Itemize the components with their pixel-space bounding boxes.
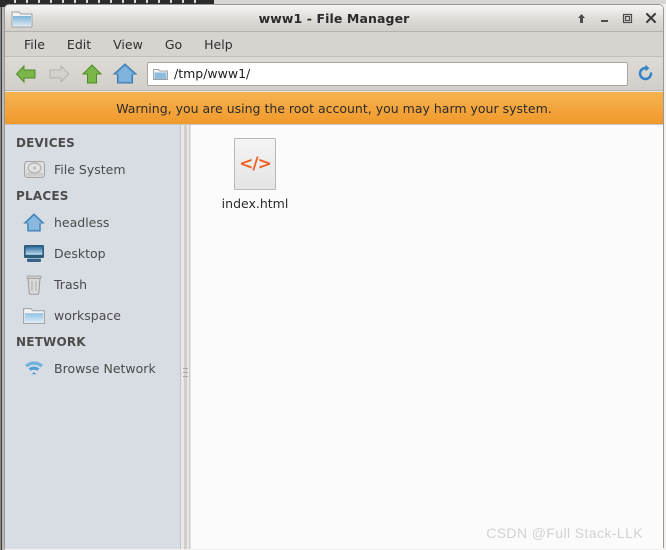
sidebar-item-workspace[interactable]: workspace [5, 300, 180, 331]
window-controls [571, 6, 661, 30]
watermark: CSDN @Full Stack-LLK [486, 525, 643, 541]
menu-item-go[interactable]: Go [154, 34, 193, 55]
window-title: www1 - File Manager [258, 11, 410, 26]
sidebar-heading-devices: DEVICES [16, 136, 75, 150]
sidebar-item-label: Trash [54, 277, 88, 292]
sidebar-item-label: headless [54, 215, 110, 230]
forward-button[interactable] [44, 60, 74, 88]
file-list-area[interactable]: </> index.html CSDN @Full Stack-LLK [190, 125, 663, 549]
parent-folder-button[interactable] [77, 60, 107, 88]
splitter-grip[interactable] [183, 368, 188, 383]
sidebar-splitter[interactable] [181, 125, 190, 549]
network-wifi-icon [23, 358, 45, 380]
sidebar-heading-places: PLACES [16, 189, 69, 203]
reload-button[interactable] [633, 60, 657, 88]
menu-item-view[interactable]: View [102, 34, 154, 55]
trash-icon [23, 274, 45, 296]
menu-item-help[interactable]: Help [193, 34, 244, 55]
close-button[interactable] [640, 8, 661, 29]
file-item-index-html[interactable]: </> index.html [201, 138, 309, 211]
menu-bar: File Edit View Go Help [5, 32, 663, 57]
menu-item-edit[interactable]: Edit [56, 34, 102, 55]
file-name-label: index.html [221, 196, 289, 211]
warning-text: Warning, you are using the root account,… [116, 100, 552, 116]
shade-button[interactable] [571, 8, 592, 29]
minimize-button[interactable] [594, 8, 615, 29]
file-manager-window: www1 - File Manager File Edit View Go He… [4, 4, 664, 549]
sidebar-item-trash[interactable]: Trash [5, 269, 180, 300]
path-entry[interactable]: /tmp/www1/ [147, 61, 628, 86]
folder-icon [153, 68, 168, 80]
harddisk-icon [23, 159, 45, 181]
sidebar-item-file-system[interactable]: File System [5, 154, 180, 185]
sidebar-item-desktop[interactable]: Desktop [5, 238, 180, 269]
arrow-left-icon [15, 64, 36, 83]
back-button[interactable] [11, 60, 41, 88]
folder-icon [11, 8, 33, 29]
home-icon [23, 212, 45, 234]
sidebar-item-label: File System [54, 162, 126, 177]
home-icon [112, 62, 138, 84]
sidebar-heading-network: NETWORK [16, 335, 86, 349]
sidebar-item-label: Desktop [54, 246, 106, 261]
html-file-icon: </> [234, 138, 276, 190]
reload-icon [638, 64, 652, 81]
arrow-up-icon [81, 63, 103, 83]
monitor-icon [23, 243, 45, 265]
file-manager-screen: www1 - File Manager File Edit View Go He… [0, 0, 666, 550]
sidebar-item-headless[interactable]: headless [5, 207, 180, 238]
toolbar: /tmp/www1/ [5, 57, 663, 91]
menu-item-file[interactable]: File [13, 34, 56, 55]
sidebar: DEVICES File System PLACES headless Desk… [5, 125, 181, 549]
sidebar-item-browse-network[interactable]: Browse Network [5, 353, 180, 384]
root-account-warning-bar: Warning, you are using the root account,… [5, 91, 663, 125]
sidebar-item-label: workspace [54, 308, 121, 323]
maximize-button[interactable] [617, 8, 638, 29]
path-text: /tmp/www1/ [174, 66, 251, 81]
sidebar-item-label: Browse Network [54, 361, 156, 376]
home-button[interactable] [110, 60, 140, 88]
folder-icon [23, 305, 45, 327]
arrow-right-icon [49, 64, 70, 83]
main-body: DEVICES File System PLACES headless Desk… [5, 125, 663, 549]
title-bar[interactable]: www1 - File Manager [5, 5, 663, 32]
